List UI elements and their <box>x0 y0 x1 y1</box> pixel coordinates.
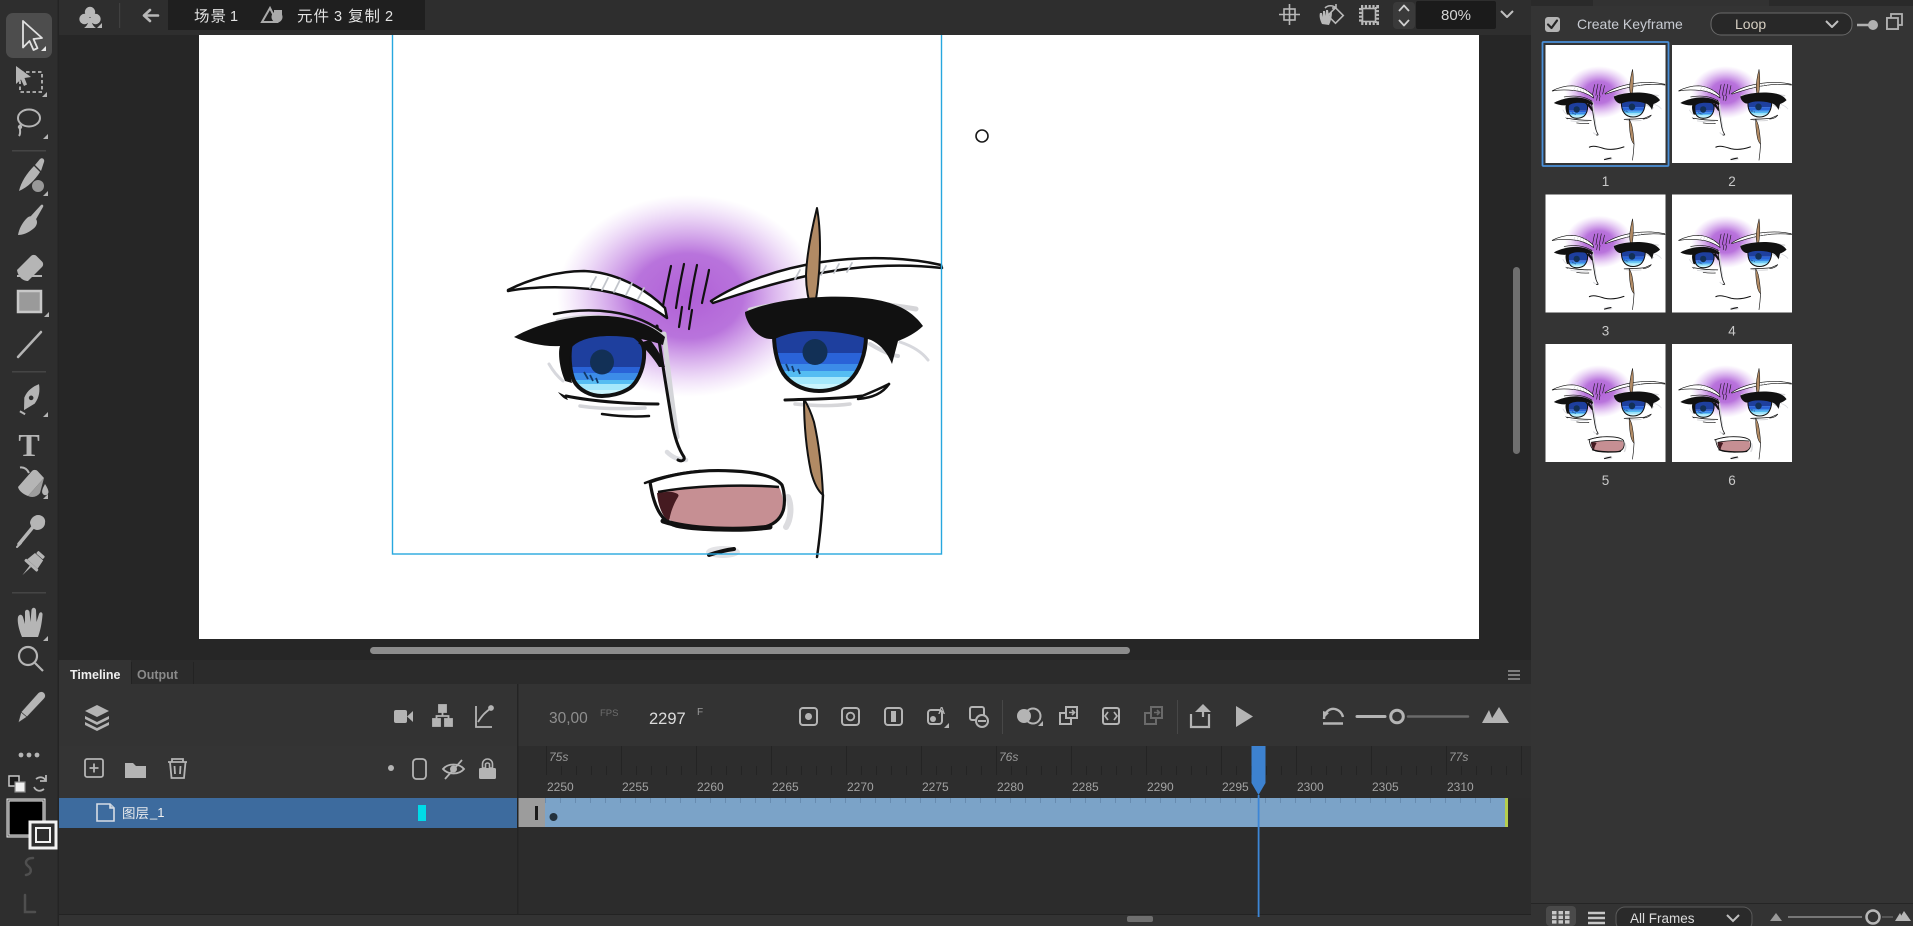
svg-text:2250: 2250 <box>547 780 574 794</box>
svg-text:75s: 75s <box>549 750 568 764</box>
svg-text:2310: 2310 <box>1447 780 1474 794</box>
svg-text:2290: 2290 <box>1147 780 1174 794</box>
svg-text:77s: 77s <box>1449 750 1468 764</box>
svg-text:6: 6 <box>1728 473 1736 488</box>
svg-text:Loop: Loop <box>1735 16 1766 32</box>
svg-text:2: 2 <box>385 9 393 25</box>
svg-text:_1: _1 <box>149 805 164 820</box>
svg-text:2275: 2275 <box>922 780 949 794</box>
svg-text:Output: Output <box>137 668 179 682</box>
svg-text:1: 1 <box>230 9 238 25</box>
svg-text:2255: 2255 <box>622 780 649 794</box>
svg-text:T: T <box>18 427 39 463</box>
svg-text:5: 5 <box>1602 473 1610 488</box>
svg-text:1: 1 <box>1602 174 1610 189</box>
svg-text:80%: 80% <box>1441 7 1471 24</box>
svg-text:Create Keyframe: Create Keyframe <box>1577 16 1683 32</box>
svg-text:2280: 2280 <box>997 780 1024 794</box>
svg-text:76s: 76s <box>999 750 1018 764</box>
svg-text:All Frames: All Frames <box>1630 911 1695 926</box>
svg-text:2: 2 <box>1728 174 1736 189</box>
svg-text:30,00: 30,00 <box>549 710 588 727</box>
svg-text:F: F <box>697 707 703 718</box>
svg-text:2285: 2285 <box>1072 780 1099 794</box>
svg-text:2295: 2295 <box>1222 780 1249 794</box>
svg-text:2270: 2270 <box>847 780 874 794</box>
svg-text:2260: 2260 <box>697 780 724 794</box>
svg-text:A: A <box>938 706 945 717</box>
svg-text:2265: 2265 <box>772 780 799 794</box>
svg-text:4: 4 <box>1728 324 1736 339</box>
svg-text:2305: 2305 <box>1372 780 1399 794</box>
svg-text:2297: 2297 <box>649 710 686 728</box>
svg-text:3: 3 <box>334 9 342 25</box>
svg-text:2300: 2300 <box>1297 780 1324 794</box>
svg-text:FPS: FPS <box>600 708 618 719</box>
svg-text:3: 3 <box>1602 324 1610 339</box>
svg-text:Timeline: Timeline <box>70 668 121 682</box>
